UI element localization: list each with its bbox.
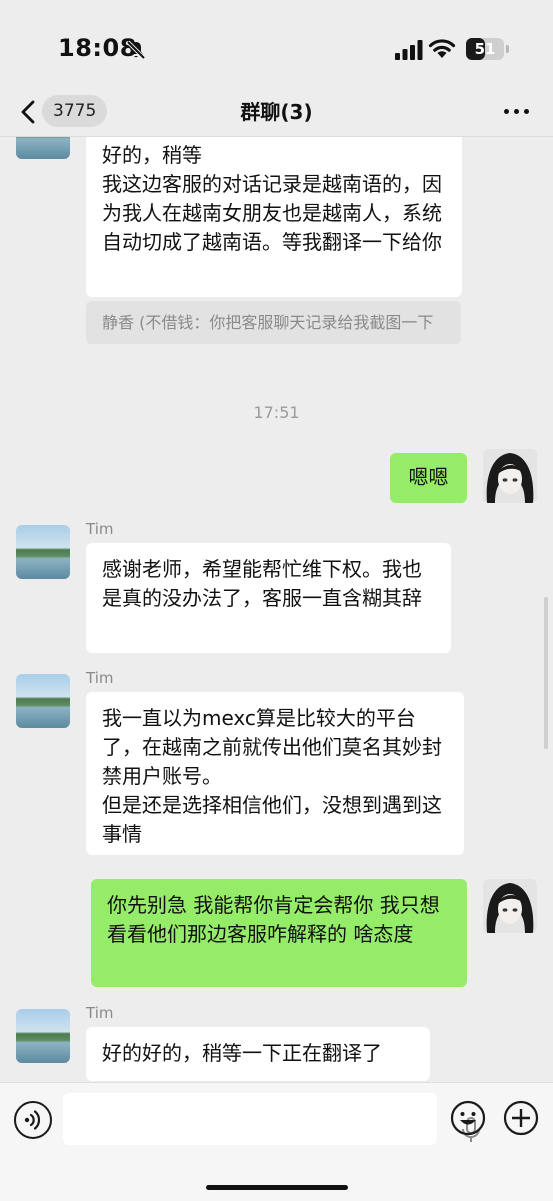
message-input[interactable] <box>63 1093 480 1145</box>
avatar[interactable] <box>16 137 70 159</box>
more-options-button[interactable] <box>500 100 534 124</box>
battery-cap <box>506 45 509 53</box>
bell-slash-icon <box>126 40 146 60</box>
more-horizontal-icon <box>504 109 509 114</box>
chat-header: 群聊(3) 3775 <box>0 90 553 137</box>
cellular-signal-icon <box>395 40 423 60</box>
chevron-left-icon[interactable] <box>18 99 38 125</box>
avatar[interactable] <box>16 525 70 579</box>
message-bubble-incoming[interactable]: 我一直以为mexc算是比较大的平台了，在越南之前就传出他们莫名其妙封禁用户账号。… <box>86 692 464 855</box>
message-bubble-incoming[interactable]: 感谢老师，希望能帮忙维下权。我也是真的没办法了，客服一直含糊其辞 <box>86 543 451 653</box>
quoted-message[interactable]: 静香 (不借钱：你把客服聊天记录给我截图一下 <box>86 301 461 344</box>
battery-percent: 51 <box>474 40 496 58</box>
message-timestamp: 17:51 <box>253 403 300 422</box>
message-input-bar <box>0 1082 553 1201</box>
avatar[interactable] <box>16 1009 70 1063</box>
home-indicator <box>206 1185 348 1190</box>
emoji-icon[interactable] <box>450 1100 486 1136</box>
message-bubble-outgoing[interactable]: 嗯嗯 <box>390 453 467 503</box>
message-list[interactable]: 好的，稍等 我这边客服的对话记录是越南语的，因为我人在越南女朋友也是越南人，系统… <box>0 137 553 1082</box>
avatar[interactable] <box>16 674 70 728</box>
message-bubble-outgoing[interactable]: 你先别急 我能帮你肯定会帮你 我只想看看他们那边客服咋解释的 啥态度 <box>91 879 467 987</box>
wifi-icon <box>428 39 456 58</box>
avatar[interactable] <box>483 449 537 503</box>
battery-indicator: 51 <box>466 38 504 60</box>
unread-count-badge[interactable]: 3775 <box>42 95 108 127</box>
avatar[interactable] <box>483 879 537 933</box>
user-avatar-image <box>483 449 537 503</box>
sender-name: Tim <box>86 1004 114 1022</box>
user-avatar-image <box>483 879 537 933</box>
sender-name: Tim <box>86 669 114 687</box>
voice-input-button[interactable] <box>14 1101 52 1139</box>
message-bubble-incoming[interactable]: 好的，稍等 我这边客服的对话记录是越南语的，因为我人在越南女朋友也是越南人，系统… <box>86 137 462 297</box>
voice-input-icon <box>24 1110 41 1130</box>
status-bar: 18:08 51 <box>0 0 553 90</box>
plus-icon[interactable] <box>503 1100 539 1136</box>
scrollbar[interactable] <box>544 597 548 749</box>
message-bubble-incoming[interactable]: 好的好的，稍等一下正在翻译了 <box>86 1027 430 1081</box>
sender-name: Tim <box>86 520 114 538</box>
